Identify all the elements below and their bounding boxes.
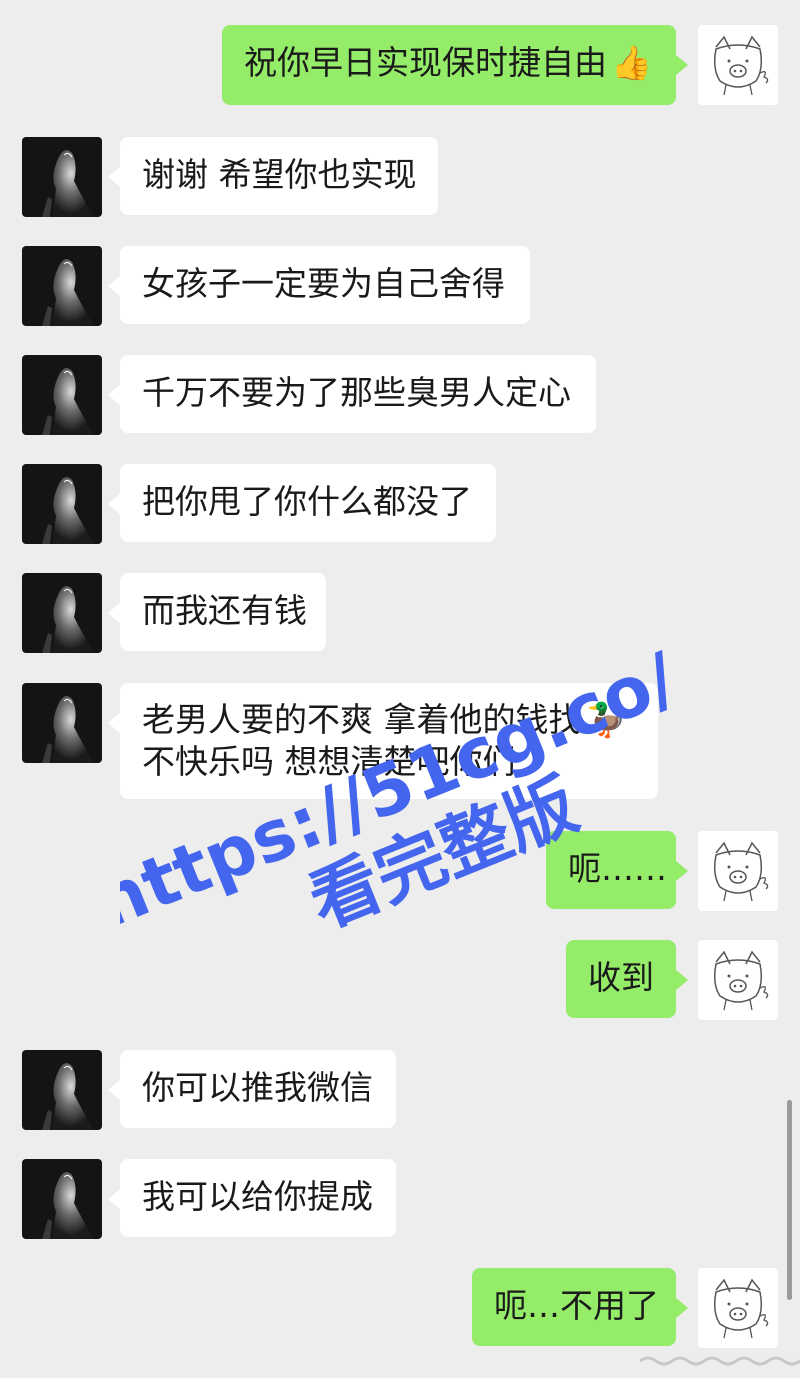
message-text: 千万不要为了那些臭男人定心 xyxy=(142,373,571,412)
statue-avatar-icon xyxy=(22,573,102,653)
message-row: 谢谢 希望你也实现 xyxy=(0,137,800,219)
message-row: 女孩子一定要为自己舍得 xyxy=(0,246,800,328)
message-row: 收到 xyxy=(0,940,800,1022)
message-bubble[interactable]: 你可以推我微信 xyxy=(108,1050,396,1128)
contact-avatar[interactable] xyxy=(22,1050,102,1130)
contact-avatar[interactable] xyxy=(22,573,102,653)
message-row: 老男人要的不爽 拿着他的钱找 🦆 不快乐吗 想想清楚吧你们 xyxy=(0,683,800,801)
statue-avatar-icon xyxy=(22,355,102,435)
message-row: 你可以推我微信 xyxy=(0,1050,800,1132)
message-bubble[interactable]: 呃…… xyxy=(546,831,688,909)
message-text: 而我还有钱 xyxy=(142,591,307,630)
message-text: 我可以给你提成 xyxy=(142,1177,373,1216)
pig-sketch-icon xyxy=(698,1268,778,1348)
message-text-line-2: 不快乐吗 想想清楚吧你们 xyxy=(142,742,516,781)
pig-sketch-icon xyxy=(698,940,778,1020)
message-row: 呃…不用了 xyxy=(0,1268,800,1350)
statue-avatar-icon xyxy=(22,683,102,763)
message-text: 女孩子一定要为自己舍得 xyxy=(142,264,505,303)
contact-avatar[interactable] xyxy=(22,683,102,763)
pig-sketch-icon xyxy=(698,831,778,911)
message-bubble[interactable]: 呃…不用了 xyxy=(472,1268,688,1346)
message-bubble[interactable]: 收到 xyxy=(566,940,688,1018)
contact-avatar[interactable] xyxy=(22,137,102,217)
message-row: 呃…… xyxy=(0,831,800,913)
contact-avatar[interactable] xyxy=(22,464,102,544)
statue-avatar-icon xyxy=(22,137,102,217)
message-text: 祝你早日实现保时捷自由 xyxy=(244,43,607,82)
message-text: 谢谢 希望你也实现 xyxy=(142,155,417,194)
self-avatar[interactable] xyxy=(698,25,778,105)
message-text: 把你甩了你什么都没了 xyxy=(142,482,472,521)
self-avatar[interactable] xyxy=(698,940,778,1020)
message-bubble[interactable]: 千万不要为了那些臭男人定心 xyxy=(108,355,596,433)
duck-icon: 🦆 xyxy=(585,700,627,739)
message-bubble[interactable]: 女孩子一定要为自己舍得 xyxy=(108,246,530,324)
message-row: 而我还有钱 xyxy=(0,573,800,655)
message-bubble[interactable]: 祝你早日实现保时捷自由 👍 xyxy=(222,25,688,105)
contact-avatar[interactable] xyxy=(22,355,102,435)
wavy-divider xyxy=(640,1356,800,1366)
statue-avatar-icon xyxy=(22,1159,102,1239)
message-text: 收到 xyxy=(588,958,654,997)
self-avatar[interactable] xyxy=(698,831,778,911)
message-bubble[interactable]: 而我还有钱 xyxy=(108,573,326,651)
message-row: 把你甩了你什么都没了 xyxy=(0,464,800,546)
statue-avatar-icon xyxy=(22,464,102,544)
message-bubble[interactable]: 我可以给你提成 xyxy=(108,1159,396,1237)
thumbs-up-icon: 👍 xyxy=(611,43,653,82)
contact-avatar[interactable] xyxy=(22,1159,102,1239)
statue-avatar-icon xyxy=(22,246,102,326)
message-row: 祝你早日实现保时捷自由 👍 xyxy=(0,25,800,107)
message-row: 千万不要为了那些臭男人定心 xyxy=(0,355,800,437)
statue-avatar-icon xyxy=(22,1050,102,1130)
self-avatar[interactable] xyxy=(698,1268,778,1348)
scrollbar[interactable] xyxy=(787,1100,792,1300)
message-text-line-1: 老男人要的不爽 拿着他的钱找 xyxy=(142,700,582,739)
pig-sketch-icon xyxy=(698,25,778,105)
message-text: 呃…不用了 xyxy=(494,1286,659,1325)
message-bubble[interactable]: 把你甩了你什么都没了 xyxy=(108,464,496,542)
message-bubble[interactable]: 老男人要的不爽 拿着他的钱找 🦆 不快乐吗 想想清楚吧你们 xyxy=(108,683,658,799)
message-bubble[interactable]: 谢谢 希望你也实现 xyxy=(108,137,438,215)
message-text: 呃…… xyxy=(568,849,667,888)
message-text: 你可以推我微信 xyxy=(142,1068,373,1107)
message-row: 我可以给你提成 xyxy=(0,1159,800,1241)
contact-avatar[interactable] xyxy=(22,246,102,326)
